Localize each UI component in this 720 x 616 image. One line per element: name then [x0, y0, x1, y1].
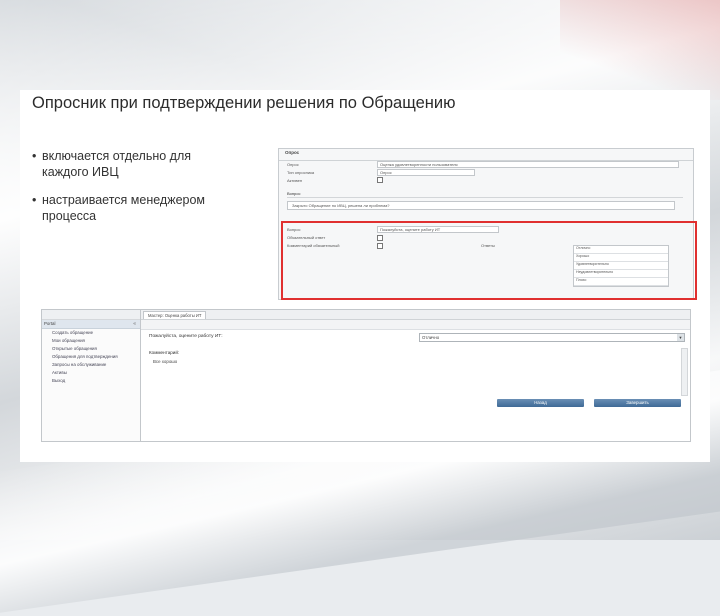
back-button[interactable]: Назад — [497, 399, 584, 407]
collapse-icon[interactable]: « — [133, 321, 136, 327]
bullet-dot: • — [32, 149, 37, 163]
bullet-text: настраивается менеджером процесса — [42, 193, 206, 223]
tab-wizard[interactable]: Мастер: Оценка работы ИТ — [143, 311, 207, 319]
highlight-frame — [281, 221, 697, 300]
nav-item-open[interactable]: Открытые обращения — [42, 345, 140, 353]
nav-item-exit[interactable]: Выход — [42, 377, 140, 385]
wizard-content: Пожалуйста, оцените работу ИТ: Отлично ▼… — [141, 330, 690, 441]
bullet-dot: • — [32, 193, 37, 207]
divider — [287, 197, 683, 198]
nav-item-create[interactable]: Создать обращение — [42, 329, 140, 337]
section-title: Вопрос — [287, 191, 301, 196]
bullet-item: • настраивается менеджером процесса — [32, 192, 272, 224]
rating-select[interactable]: Отлично ▼ — [419, 333, 685, 342]
field-label: Опрос — [287, 162, 299, 167]
comment-label: Комментарий: — [149, 350, 180, 355]
comment-textarea[interactable]: Все хорошо — [149, 359, 673, 393]
chevron-down-icon[interactable]: ▼ — [677, 334, 684, 341]
nav-header: Portal — [42, 320, 140, 329]
bullet-item: • включается отдельно для каждого ИВЦ — [32, 148, 272, 180]
finish-button[interactable]: Завершить — [594, 399, 681, 407]
question-label: Пожалуйста, оцените работу ИТ: — [149, 334, 223, 339]
survey-name-field[interactable]: Оценка удовлетворенности пользователя — [377, 161, 679, 168]
nav-item-assets[interactable]: Активы — [42, 369, 140, 377]
scrollbar[interactable] — [681, 348, 688, 396]
nav-panel: « Portal Создать обращение Мои обращения… — [42, 310, 141, 441]
nav-toolbar — [42, 310, 140, 320]
rating-value: Отлично — [422, 335, 440, 340]
wizard-screenshot: « Portal Создать обращение Мои обращения… — [41, 309, 691, 442]
field-label: Тип опросника — [287, 170, 315, 175]
survey-header: Опрос — [279, 149, 693, 161]
survey-type-select[interactable]: Опрос — [377, 169, 475, 176]
nav-item-mine[interactable]: Мои обращения — [42, 337, 140, 345]
active-checkbox[interactable] — [377, 177, 383, 183]
nav-item-requests[interactable]: Запросы на обслуживание — [42, 361, 140, 369]
bullet-list: • включается отдельно для каждого ИВЦ • … — [32, 148, 272, 236]
slide-title: Опросник при подтверждении решения по Об… — [32, 94, 456, 112]
nav-item-confirm[interactable]: Обращения для подтверждения — [42, 353, 140, 361]
wizard-toolbar — [141, 320, 690, 330]
slide: Опросник при подтверждении решения по Об… — [20, 90, 710, 462]
bullet-text: включается отдельно для каждого ИВЦ — [42, 149, 192, 179]
question-text-field[interactable]: Закрыто Обращение по ИВЦ, решена ли проб… — [287, 201, 675, 210]
tab-strip: Мастер: Оценка работы ИТ — [141, 310, 690, 320]
field-label: Активен — [287, 178, 303, 183]
background-accent — [560, 0, 720, 100]
